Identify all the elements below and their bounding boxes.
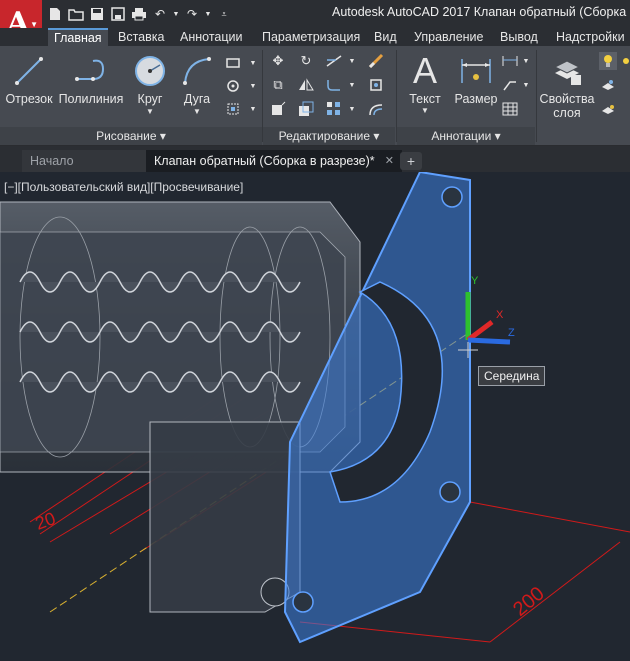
rectangle-icon[interactable]: [224, 54, 242, 72]
chevron-down-icon[interactable]: ▼: [517, 52, 535, 70]
annotation-panel: A Текст ▼ Размер ▼ ▼ Аннотации ▾: [397, 46, 535, 145]
text-icon: A: [412, 50, 437, 91]
ribbon-tab-bar: Главная Вставка Аннотации Параметризация…: [0, 28, 630, 46]
ucs-axis-label: Z: [508, 327, 515, 339]
copy-icon[interactable]: ⧉: [269, 76, 287, 94]
erase-icon[interactable]: [367, 52, 385, 70]
quick-access-toolbar: ↶ ▼ ↷ ▼ ⩡: [46, 4, 233, 24]
rotate-icon[interactable]: ↻: [297, 52, 315, 70]
customize-icon[interactable]: ⩡: [215, 5, 233, 23]
chevron-down-icon[interactable]: ▼: [517, 76, 535, 94]
chevron-down-icon[interactable]: ▼: [244, 77, 262, 95]
chevron-down-icon[interactable]: ▼: [343, 76, 361, 94]
circle-icon: [128, 50, 172, 92]
ucs-axis-label: Y: [471, 275, 479, 287]
redo-dropdown-icon[interactable]: ▼: [204, 5, 212, 23]
dimension-text: 20: [33, 508, 59, 534]
hatch-icon[interactable]: [224, 77, 242, 95]
tab-addins[interactable]: Надстройки: [550, 28, 630, 46]
tab-view[interactable]: Вид: [368, 28, 403, 46]
tab-annotate[interactable]: Аннотации: [174, 28, 248, 46]
polyline-tool-button[interactable]: Полилиния: [56, 50, 126, 106]
tab-home[interactable]: Главная: [48, 28, 108, 46]
array-icon[interactable]: [325, 100, 343, 118]
polyline-icon: [56, 50, 126, 92]
chevron-down-icon[interactable]: ▼: [244, 100, 262, 118]
snap-tooltip: Середина: [478, 366, 546, 386]
mirror-icon[interactable]: [297, 76, 315, 94]
stretch-icon[interactable]: [269, 100, 287, 118]
move-icon[interactable]: ✥: [269, 52, 287, 70]
new-tab-button[interactable]: +: [400, 152, 422, 170]
chevron-down-icon: ▼: [193, 107, 201, 116]
undo-dropdown-icon[interactable]: ▼: [172, 5, 180, 23]
ucs-axis-label: X: [496, 309, 504, 321]
save-as-icon[interactable]: [109, 5, 127, 23]
chevron-down-icon: ▼: [421, 106, 429, 115]
title-bar: A ▼ ↶ ▼ ↷ ▼ ⩡ Autodesk AutoCAD 2017 Клап…: [0, 0, 630, 46]
file-tab-bar: Начало Клапан обратный (Сборка в разрезе…: [0, 146, 630, 172]
tab-start[interactable]: Начало: [22, 150, 148, 172]
draw-panel-footer[interactable]: Рисование ▾: [0, 127, 262, 145]
dimension-icon: [451, 50, 501, 92]
chevron-down-icon: ▼: [146, 107, 154, 116]
draw-panel: Отрезок Полилиния Круг ▼ Дуга ▼ ▼ ▼ ▼ Ри…: [0, 46, 262, 145]
window-title: Autodesk AutoCAD 2017 Клапан обратный (С…: [332, 5, 630, 19]
chevron-down-icon[interactable]: ▼: [343, 100, 361, 118]
table-icon[interactable]: [501, 100, 519, 118]
layer-properties-button[interactable]: Свойства слоя: [537, 50, 597, 120]
layers-panel: Свойства слоя: [537, 46, 630, 145]
line-icon: [4, 50, 54, 92]
line-tool-button[interactable]: Отрезок: [4, 50, 54, 106]
drawing-viewport[interactable]: 20 200 Y X Z [−][Пользовательский вид][П…: [0, 172, 630, 661]
tab-output[interactable]: Вывод: [494, 28, 544, 46]
redo-icon[interactable]: ↷: [183, 5, 201, 23]
modify-panel-footer[interactable]: Редактирование ▾: [263, 127, 395, 145]
annotation-panel-footer[interactable]: Аннотации ▾: [397, 127, 535, 145]
boundary-icon[interactable]: [224, 100, 242, 118]
save-icon[interactable]: [88, 5, 106, 23]
dimension-tool-button[interactable]: Размер: [451, 50, 501, 106]
tab-manage[interactable]: Управление: [408, 28, 490, 46]
explode-icon[interactable]: [367, 76, 385, 94]
dimension-text: 200: [509, 583, 549, 621]
print-icon[interactable]: [130, 5, 148, 23]
modify-panel: ✥ ↻ ▼ ⧉ ▼ ▼ Редактирование ▾: [263, 46, 395, 145]
layer-properties-icon: [537, 50, 597, 92]
trim-icon[interactable]: [325, 52, 343, 70]
model-canvas: 20 200 Y X Z: [0, 172, 630, 644]
scale-icon[interactable]: [297, 100, 315, 118]
arc-tool-button[interactable]: Дуга ▼: [176, 50, 218, 116]
bulb-icon[interactable]: [599, 52, 617, 70]
circle-tool-button[interactable]: Круг ▼: [128, 50, 172, 116]
offset-icon[interactable]: [367, 100, 385, 118]
layer-match-icon[interactable]: [599, 100, 617, 118]
drawing-tab-label: Клапан обратный (Сборка в разрезе)*: [154, 154, 375, 168]
undo-icon[interactable]: ↶: [151, 5, 169, 23]
tab-drawing[interactable]: Клапан обратный (Сборка в разрезе)* ✕: [146, 150, 402, 172]
chevron-down-icon[interactable]: ▼: [343, 52, 361, 70]
layer-state-icon[interactable]: [599, 76, 617, 94]
chevron-down-icon[interactable]: ▼: [244, 54, 262, 72]
text-tool-button[interactable]: A Текст ▼: [401, 50, 449, 115]
fillet-icon[interactable]: [325, 76, 343, 94]
open-icon[interactable]: [67, 5, 85, 23]
tab-insert[interactable]: Вставка: [112, 28, 170, 46]
new-icon[interactable]: [46, 5, 64, 23]
close-icon[interactable]: ✕: [385, 150, 394, 172]
ribbon: Отрезок Полилиния Круг ▼ Дуга ▼ ▼ ▼ ▼ Ри…: [0, 46, 630, 146]
sun-icon[interactable]: [617, 52, 630, 70]
tab-parametric[interactable]: Параметризация: [256, 28, 366, 46]
viewport-controls-label[interactable]: [−][Пользовательский вид][Просвечивание]: [4, 180, 243, 194]
arc-icon: [176, 50, 218, 92]
